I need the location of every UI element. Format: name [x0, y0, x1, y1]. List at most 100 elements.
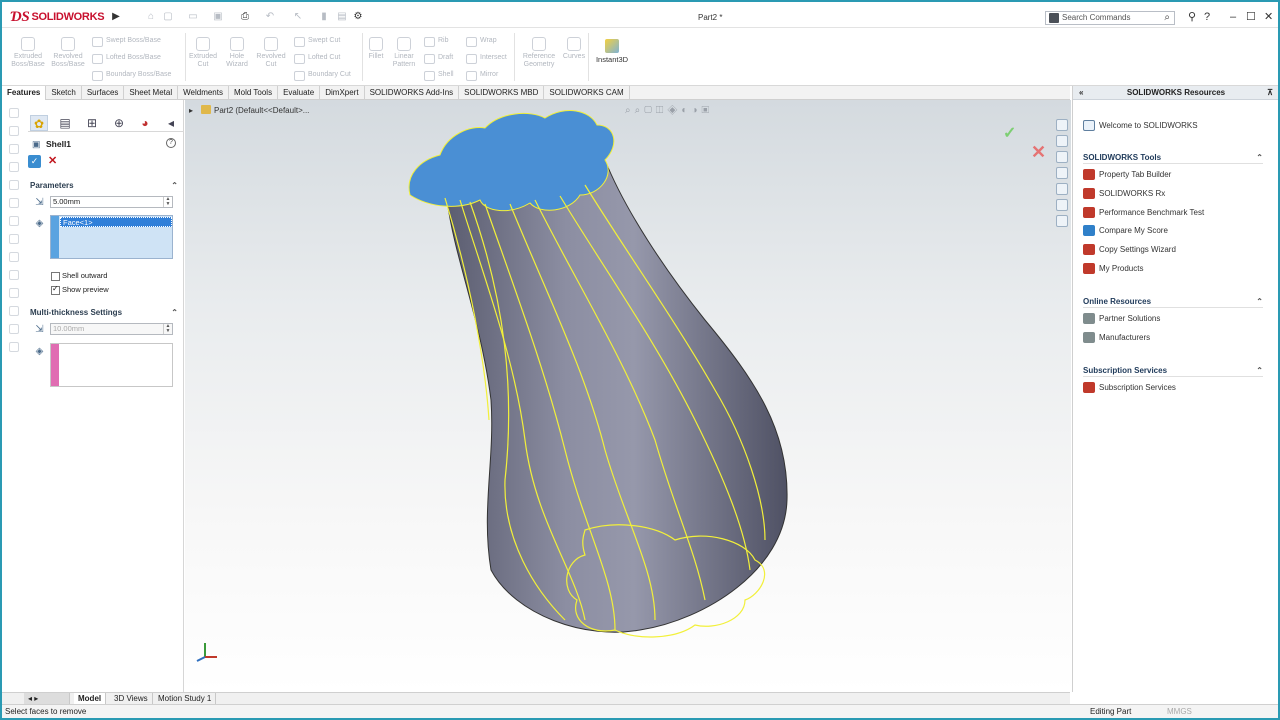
custom-properties-icon[interactable]	[1056, 199, 1068, 211]
options-gear-icon[interactable]: ⚙	[352, 11, 364, 23]
multi-thickness-input[interactable]: 10.00mm ▲ ▼	[50, 323, 173, 335]
maximize-icon[interactable]: ☐	[1246, 11, 1256, 23]
lofted-boss-button[interactable]: Lofted Boss/Base	[90, 52, 161, 64]
swept-cut-button[interactable]: Swept Cut	[292, 35, 340, 47]
intersect-button[interactable]: Intersect	[464, 52, 507, 64]
solidworks-window: ƊS SOLIDWORKS ▶ ⌂ ▢ ▭ ▣ ⎙ ↶ ↖ ▮ ▤ ⚙ Part2…	[0, 0, 1280, 720]
shell-outward-checkbox[interactable]: Shell outward	[51, 271, 171, 281]
linear-pattern-button[interactable]: Linear Pattern	[384, 37, 424, 69]
select-icon[interactable]: ↖	[292, 11, 304, 23]
solidworks-rx-link[interactable]: SOLIDWORKS Rx	[1083, 188, 1165, 199]
collapse-icon: ⌃	[171, 181, 178, 190]
boundary-cut-button[interactable]: Boundary Cut	[292, 69, 351, 81]
undo-icon[interactable]: ↶	[264, 11, 276, 23]
parameters-group[interactable]: Parameters ⌃	[28, 180, 182, 192]
reference-geometry-button[interactable]: Reference Geometry	[519, 37, 559, 69]
spin-arrows-icon: ▲ ▼	[163, 324, 172, 334]
revolved-boss-button[interactable]: Revolved Boss/Base	[48, 37, 88, 69]
property-manager-tab-icon[interactable]: ▤	[56, 115, 74, 131]
units-selector[interactable]: MMGS	[1167, 705, 1192, 718]
instant3d-button[interactable]: Instant3D	[592, 39, 632, 64]
faces-to-remove-list[interactable]: Face<1>	[50, 215, 173, 259]
boundary-boss-button[interactable]: Boundary Boss/Base	[90, 69, 171, 81]
design-library-icon[interactable]	[1056, 135, 1068, 147]
shell-button[interactable]: Shell	[422, 69, 454, 81]
show-preview-checkbox[interactable]: Show preview	[51, 284, 171, 295]
benchmark-test-link[interactable]: Performance Benchmark Test	[1083, 207, 1204, 218]
home-icon[interactable]: ⌂	[145, 11, 157, 23]
new-document-icon[interactable]: ▢	[162, 11, 174, 23]
face-list-item[interactable]: Face<1>	[60, 217, 172, 227]
save-icon[interactable]: ▣	[212, 11, 224, 23]
wrap-button[interactable]: Wrap	[464, 35, 497, 47]
task-icons-strip	[2, 100, 26, 400]
property-tab-builder-link[interactable]: Property Tab Builder	[1083, 169, 1171, 180]
search-scope-icon[interactable]	[1049, 13, 1059, 23]
tab-weldments[interactable]: Weldments	[178, 86, 229, 100]
pin-icon[interactable]: ⊼	[1267, 86, 1273, 100]
tab-addins[interactable]: SOLIDWORKS Add-Ins	[365, 86, 460, 100]
print-icon[interactable]: ⎙	[239, 11, 251, 23]
solidworks-logo[interactable]: ƊS SOLIDWORKS	[10, 8, 105, 26]
compare-score-link[interactable]: Compare My Score	[1083, 225, 1168, 236]
tab-evaluate[interactable]: Evaluate	[278, 86, 321, 100]
tab-cam[interactable]: SOLIDWORKS CAM	[544, 86, 630, 100]
online-section-header[interactable]: Online Resources ⌃	[1083, 296, 1263, 308]
search-commands-input[interactable]: Search Commands ⌕	[1045, 11, 1175, 25]
rebuild-icon[interactable]: ▮	[318, 11, 330, 23]
subscription-section-header[interactable]: Subscription Services ⌃	[1083, 365, 1263, 377]
partner-solutions-link[interactable]: Partner Solutions	[1083, 313, 1160, 324]
open-icon[interactable]: ▭	[187, 11, 199, 23]
menu-expand-icon[interactable]: ▶	[110, 11, 122, 23]
help-icon[interactable]: ?	[166, 138, 176, 148]
cancel-button[interactable]: ✕	[48, 155, 57, 168]
rib-button[interactable]: Rib	[422, 35, 449, 47]
resources-home-icon[interactable]	[1056, 119, 1068, 131]
appearances-icon[interactable]	[1056, 183, 1068, 195]
user-icon[interactable]: ⚲	[1188, 11, 1196, 23]
tab-sketch[interactable]: Sketch	[46, 86, 82, 100]
tool-icon	[1083, 169, 1095, 180]
collapse-pane-icon[interactable]: «	[1079, 86, 1083, 100]
file-properties-icon[interactable]: ▤	[336, 11, 348, 23]
ok-button[interactable]: ✓	[28, 155, 41, 168]
tab-sheet-metal[interactable]: Sheet Metal	[124, 86, 179, 100]
tab-surfaces[interactable]: Surfaces	[82, 86, 125, 100]
tools-section-header[interactable]: SOLIDWORKS Tools ⌃	[1083, 152, 1263, 164]
search-icon[interactable]: ⌕	[1164, 12, 1170, 24]
lofted-cut-button[interactable]: Lofted Cut	[292, 52, 340, 64]
my-products-link[interactable]: My Products	[1083, 263, 1143, 274]
display-manager-tab-icon[interactable]: ◕	[136, 115, 154, 131]
extruded-boss-button[interactable]: Extruded Boss/Base	[8, 37, 48, 69]
file-explorer-icon[interactable]	[1056, 151, 1068, 163]
spin-arrows-icon: ▲ ▼	[163, 197, 172, 207]
status-message: Select faces to remove	[5, 707, 87, 716]
feature-manager-tab-icon[interactable]: ✿	[30, 115, 48, 131]
close-icon[interactable]: ✕	[1264, 11, 1273, 23]
minimize-icon[interactable]: –	[1230, 11, 1236, 23]
configuration-manager-tab-icon[interactable]: ⊞	[83, 115, 101, 131]
manufacturers-link[interactable]: Manufacturers	[1083, 332, 1150, 343]
help-icon[interactable]: ?	[1204, 11, 1210, 23]
multi-thickness-faces-list[interactable]	[50, 343, 173, 387]
draft-button[interactable]: Draft	[422, 52, 453, 64]
thickness-input[interactable]: 5.00mm ▲ ▼	[50, 196, 173, 208]
tab-scroll-icon[interactable]: ◂	[162, 115, 180, 131]
tab-mold-tools[interactable]: Mold Tools	[229, 86, 279, 100]
subscription-services-link[interactable]: Subscription Services	[1083, 382, 1176, 393]
tab-mbd[interactable]: SOLIDWORKS MBD	[459, 86, 545, 100]
graphics-area[interactable]: ▸ Part2 (Default<<Default>... ⌕⌕▢◫◈◐◑▣ ✓ …	[185, 100, 1071, 692]
revolved-cut-button[interactable]: Revolved Cut	[251, 37, 291, 69]
forum-icon[interactable]	[1056, 215, 1068, 227]
swept-boss-button[interactable]: Swept Boss/Base	[90, 35, 161, 47]
copy-settings-link[interactable]: Copy Settings Wizard	[1083, 244, 1176, 255]
tab-features[interactable]: Features	[2, 86, 47, 100]
welcome-link[interactable]: Welcome to SOLIDWORKS	[1083, 120, 1198, 131]
multi-thickness-group[interactable]: Multi-thickness Settings ⌃	[28, 307, 182, 319]
instant3d-icon	[605, 39, 619, 53]
view-palette-icon[interactable]	[1056, 167, 1068, 179]
vase-model[interactable]	[185, 100, 1071, 692]
mirror-button[interactable]: Mirror	[464, 69, 498, 81]
tab-dimxpert[interactable]: DimXpert	[320, 86, 365, 100]
dimxpert-manager-tab-icon[interactable]: ⊕	[110, 115, 128, 131]
